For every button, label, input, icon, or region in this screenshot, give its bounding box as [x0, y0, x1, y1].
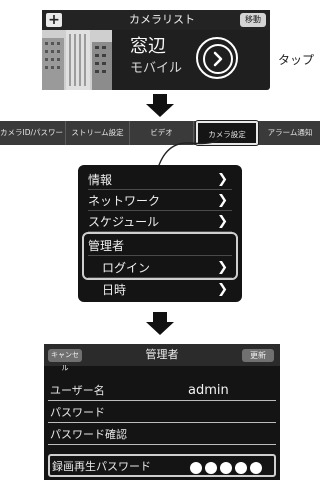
field-label: パスワード — [50, 406, 105, 419]
chevron-right-icon: ❯ — [217, 282, 228, 297]
password-field[interactable]: パスワード — [48, 402, 276, 423]
tap-annotation: タップ — [278, 53, 315, 67]
move-button[interactable]: 移動 — [240, 13, 266, 27]
chevron-right-icon: ❯ — [217, 193, 228, 208]
camera-thumbnail[interactable] — [42, 30, 112, 90]
building-photo-icon — [42, 30, 112, 90]
camera-settings-button[interactable] — [203, 44, 233, 74]
tab-alarm-notification[interactable]: アラーム通知 — [260, 121, 320, 145]
menu-item-network[interactable]: ネットワーク ❯ — [88, 191, 232, 211]
cancel-button[interactable]: キャンセル — [48, 349, 82, 372]
arrow-down-head — [146, 322, 174, 335]
chevron-right-icon: ❯ — [217, 172, 228, 187]
masked-password-dots — [190, 460, 265, 474]
admin-highlight-frame — [82, 232, 238, 280]
camera-list-panel: + カメラリスト 移動 窓辺 モバイル — [42, 10, 270, 90]
admin-title: 管理者 — [145, 348, 179, 361]
add-camera-button[interactable]: + — [46, 13, 62, 27]
camera-name: 窓辺 — [130, 36, 166, 57]
chevron-right-circle-icon — [213, 51, 223, 67]
menu-item-datetime[interactable]: 日時 ❯ — [88, 280, 232, 300]
camera-type: モバイル — [130, 61, 183, 76]
password-confirm-field[interactable]: パスワード確認 — [48, 424, 276, 445]
menu-item-schedule[interactable]: スケジュール ❯ — [88, 212, 232, 232]
field-label: パスワード確認 — [50, 428, 127, 441]
camera-list-title: カメラリスト — [129, 13, 195, 26]
username-field[interactable]: ユーザー名 admin — [48, 380, 276, 401]
arrow-down-head — [146, 104, 174, 117]
username-value: admin — [188, 383, 229, 398]
menu-item-info[interactable]: 情報 ❯ — [88, 170, 232, 190]
field-label: ユーザー名 — [50, 384, 105, 397]
chevron-right-icon: ❯ — [217, 214, 228, 229]
menu-item-label: 日時 — [102, 283, 127, 297]
tab-camera-id-password[interactable]: カメラID/パスワード — [0, 121, 66, 145]
admin-settings-screen: キャンセル 管理者 更新 ユーザー名 admin パスワード パスワード確認 録… — [44, 344, 280, 480]
menu-item-label: スケジュール — [88, 215, 160, 229]
menu-item-label: 情報 — [88, 173, 113, 187]
tab-stream-settings[interactable]: ストリーム設定 — [66, 121, 130, 145]
field-label: 録画再生パスワード — [52, 460, 151, 473]
update-button[interactable]: 更新 — [242, 349, 274, 362]
playback-password-field[interactable]: 録画再生パスワード — [48, 454, 276, 477]
menu-item-label: ネットワーク — [88, 194, 161, 208]
